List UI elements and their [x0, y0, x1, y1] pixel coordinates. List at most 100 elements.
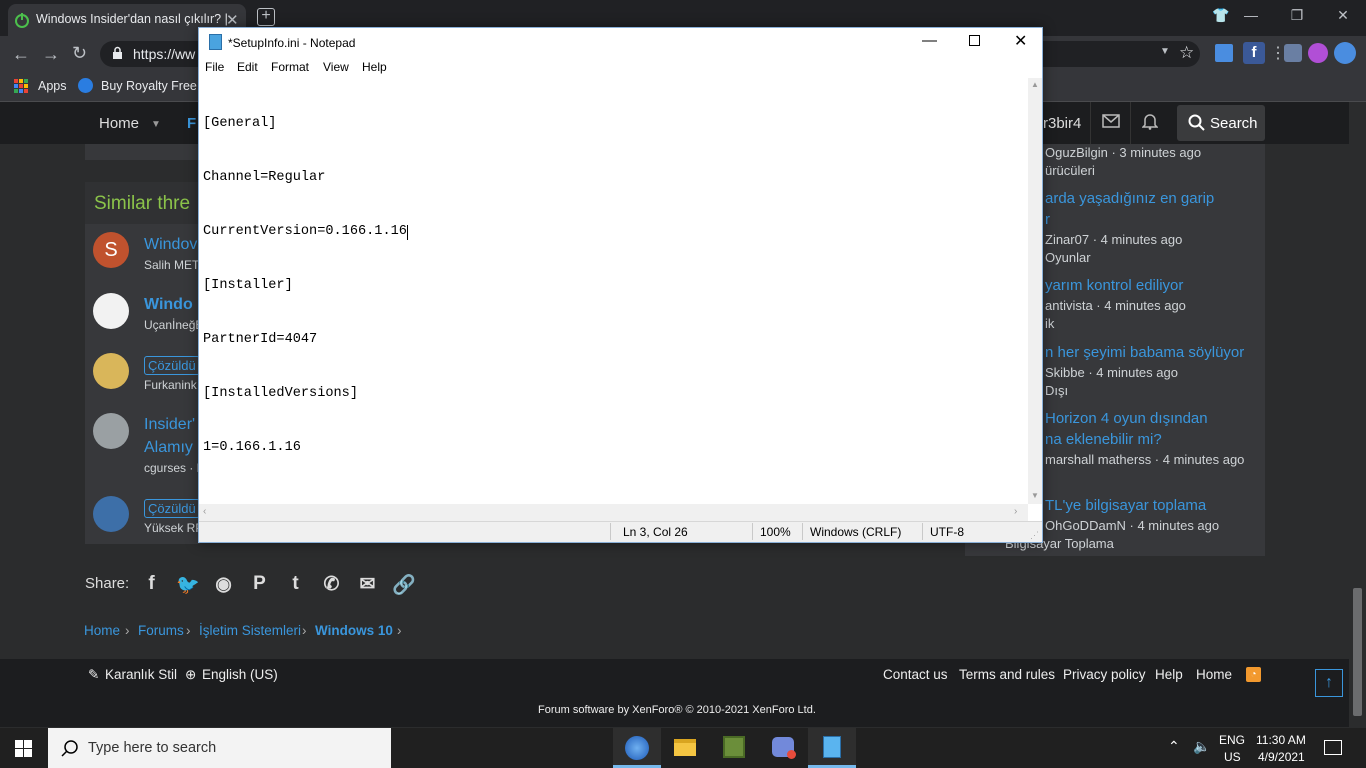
avatar[interactable] — [93, 496, 129, 532]
minimize-icon[interactable]: — — [1228, 0, 1274, 32]
menu-help[interactable]: Help — [362, 60, 387, 74]
breadcrumb-home[interactable]: Home — [84, 623, 120, 638]
footer-terms[interactable]: Terms and rules — [959, 667, 1055, 682]
latest-post-title[interactable]: yarım kontrol ediliyor — [1045, 277, 1183, 294]
scroll-up-icon[interactable]: ▲ — [1031, 80, 1039, 89]
breadcrumb-forums[interactable]: Forums — [138, 623, 184, 638]
windows-start-icon[interactable] — [15, 740, 32, 757]
profile-extension-icon[interactable] — [1308, 43, 1328, 63]
facebook-share-icon[interactable]: f — [140, 573, 163, 597]
menu-edit[interactable]: Edit — [237, 60, 258, 74]
notepad-close-icon[interactable]: ✕ — [1014, 31, 1027, 51]
facebook-extension-icon[interactable]: f — [1243, 42, 1265, 64]
breadcrumb-isletim[interactable]: İşletim Sistemleri — [199, 623, 301, 638]
star-icon[interactable]: ☆ — [1179, 43, 1194, 63]
breadcrumb-windows10[interactable]: Windows 10 — [315, 623, 393, 638]
notepad-titlebar[interactable]: *SetupInfo.ini - Notepad — ✕ — [199, 28, 1042, 58]
latest-post-forum[interactable]: Oyunlar — [1045, 250, 1091, 265]
clock-time[interactable]: 11:30 AM — [1256, 733, 1306, 747]
notifications-icon[interactable] — [1324, 740, 1342, 755]
page-scrollbar[interactable] — [1349, 102, 1366, 728]
nav-forums[interactable]: F — [187, 115, 196, 132]
style-chooser[interactable]: Karanlık Stil — [105, 667, 177, 682]
latest-post-forum[interactable]: ik — [1045, 316, 1054, 331]
home-extension-icon[interactable] — [1215, 44, 1233, 62]
tumblr-share-icon[interactable]: t — [284, 573, 307, 597]
avatar[interactable] — [93, 293, 129, 329]
reddit-share-icon[interactable]: ◉ — [212, 573, 235, 597]
notepad-horizontal-scrollbar[interactable]: ‹ › — [199, 504, 1028, 521]
scroll-right-icon[interactable]: › — [1014, 506, 1017, 517]
latest-post-title[interactable]: TL'ye bilgisayar toplama — [1045, 497, 1206, 514]
scroll-left-icon[interactable]: ‹ — [203, 506, 206, 517]
taskbar-search-box[interactable]: Type here to search — [48, 728, 391, 768]
nav-username[interactable]: r3bir4 — [1043, 115, 1081, 132]
latest-post-forum[interactable]: ürücüleri — [1045, 163, 1095, 178]
bell-icon[interactable] — [1142, 113, 1158, 130]
avatar[interactable]: S — [93, 232, 129, 268]
whatsapp-share-icon[interactable]: ✆ — [320, 573, 343, 597]
latest-post-title-line2[interactable]: r — [1045, 211, 1050, 228]
settings-gear-icon[interactable] — [1334, 42, 1356, 64]
close-window-icon[interactable]: ✕ — [1320, 0, 1366, 32]
taskbar-notepad[interactable] — [808, 728, 856, 768]
notepad-vertical-scrollbar[interactable]: ▲ ▼ — [1028, 78, 1042, 504]
menu-view[interactable]: View — [323, 60, 349, 74]
taskbar-minecraft[interactable] — [710, 728, 758, 768]
forward-icon[interactable]: → — [42, 44, 60, 65]
footer-contact-us[interactable]: Contact us — [883, 667, 948, 682]
footer-help[interactable]: Help — [1155, 667, 1183, 682]
latest-post-title[interactable]: arda yaşadığınız en garip — [1045, 190, 1214, 207]
page-scrollbar-thumb[interactable] — [1353, 588, 1362, 716]
latest-post-forum[interactable]: Dışı — [1045, 383, 1068, 398]
search-icon — [1188, 114, 1205, 131]
new-tab-icon[interactable]: + — [257, 8, 275, 26]
notepad-text-area[interactable]: [General] Channel=Regular CurrentVersion… — [203, 79, 408, 493]
latest-post-title-line2[interactable]: na eklenebilir mi? — [1045, 431, 1162, 448]
menu-format[interactable]: Format — [271, 60, 309, 74]
volume-icon[interactable]: 🔈 — [1193, 738, 1210, 755]
scroll-down-icon[interactable]: ▼ — [1031, 491, 1039, 500]
link-share-icon[interactable]: 🔗 — [392, 573, 416, 597]
latest-post-meta: OguzBilgin · 3 minutes ago — [1045, 145, 1202, 160]
avatar[interactable] — [93, 353, 129, 389]
clock-date[interactable]: 4/9/2021 — [1258, 750, 1305, 764]
restore-icon[interactable]: ❐ — [1274, 0, 1320, 32]
thread-title-line2[interactable]: Alamıy — [144, 439, 193, 457]
taskbar-discord[interactable] — [759, 728, 807, 768]
envelope-icon[interactable] — [1102, 114, 1120, 128]
bookmark-apps[interactable]: Apps — [38, 79, 67, 93]
footer-privacy[interactable]: Privacy policy — [1063, 667, 1146, 682]
thread-title[interactable]: Insider' — [144, 416, 195, 434]
footer-home[interactable]: Home — [1196, 667, 1232, 682]
language-chooser[interactable]: English (US) — [202, 667, 278, 682]
taskbar-browser[interactable] — [613, 728, 661, 768]
chevron-up-icon[interactable]: ⌃ — [1168, 738, 1180, 755]
twitter-share-icon[interactable]: 🐦 — [176, 573, 200, 597]
latest-post-title[interactable]: Horizon 4 oyun dışından — [1045, 410, 1208, 427]
thread-title[interactable]: Windov — [144, 236, 197, 254]
notepad-maximize-icon[interactable] — [969, 35, 980, 46]
email-share-icon[interactable]: ✉ — [356, 573, 379, 597]
lang-top[interactable]: ENG — [1219, 733, 1245, 747]
avatar[interactable] — [93, 413, 129, 449]
rss-icon[interactable]: ◔ — [1246, 667, 1261, 682]
notepad-minimize-icon[interactable]: — — [922, 32, 937, 49]
lang-bottom[interactable]: US — [1224, 750, 1241, 764]
reload-icon[interactable]: ↻ — [72, 43, 87, 64]
dropdown-icon[interactable]: ▼ — [1160, 46, 1170, 57]
scroll-top-button[interactable]: ↑ — [1315, 669, 1343, 697]
bookmark-royalty-free[interactable]: Buy Royalty Free 3 — [101, 79, 198, 93]
latest-post-title[interactable]: n her şeyimi babama söylüyor — [1045, 344, 1244, 361]
pinterest-share-icon[interactable]: P — [248, 573, 271, 597]
thread-title[interactable]: Windo — [144, 296, 193, 314]
puzzle-extension-icon[interactable] — [1284, 44, 1302, 62]
nav-home[interactable]: Home — [99, 115, 139, 132]
nav-home-dropdown-icon[interactable]: ▼ — [151, 119, 161, 130]
menu-file[interactable]: File — [205, 60, 224, 74]
back-icon[interactable]: ← — [12, 44, 30, 65]
taskbar-file-explorer[interactable] — [661, 728, 709, 768]
resize-grip-icon[interactable]: ⋰ — [1030, 530, 1039, 541]
search-button[interactable]: Search — [1177, 105, 1265, 141]
brush-icon: ✎ — [88, 667, 100, 682]
